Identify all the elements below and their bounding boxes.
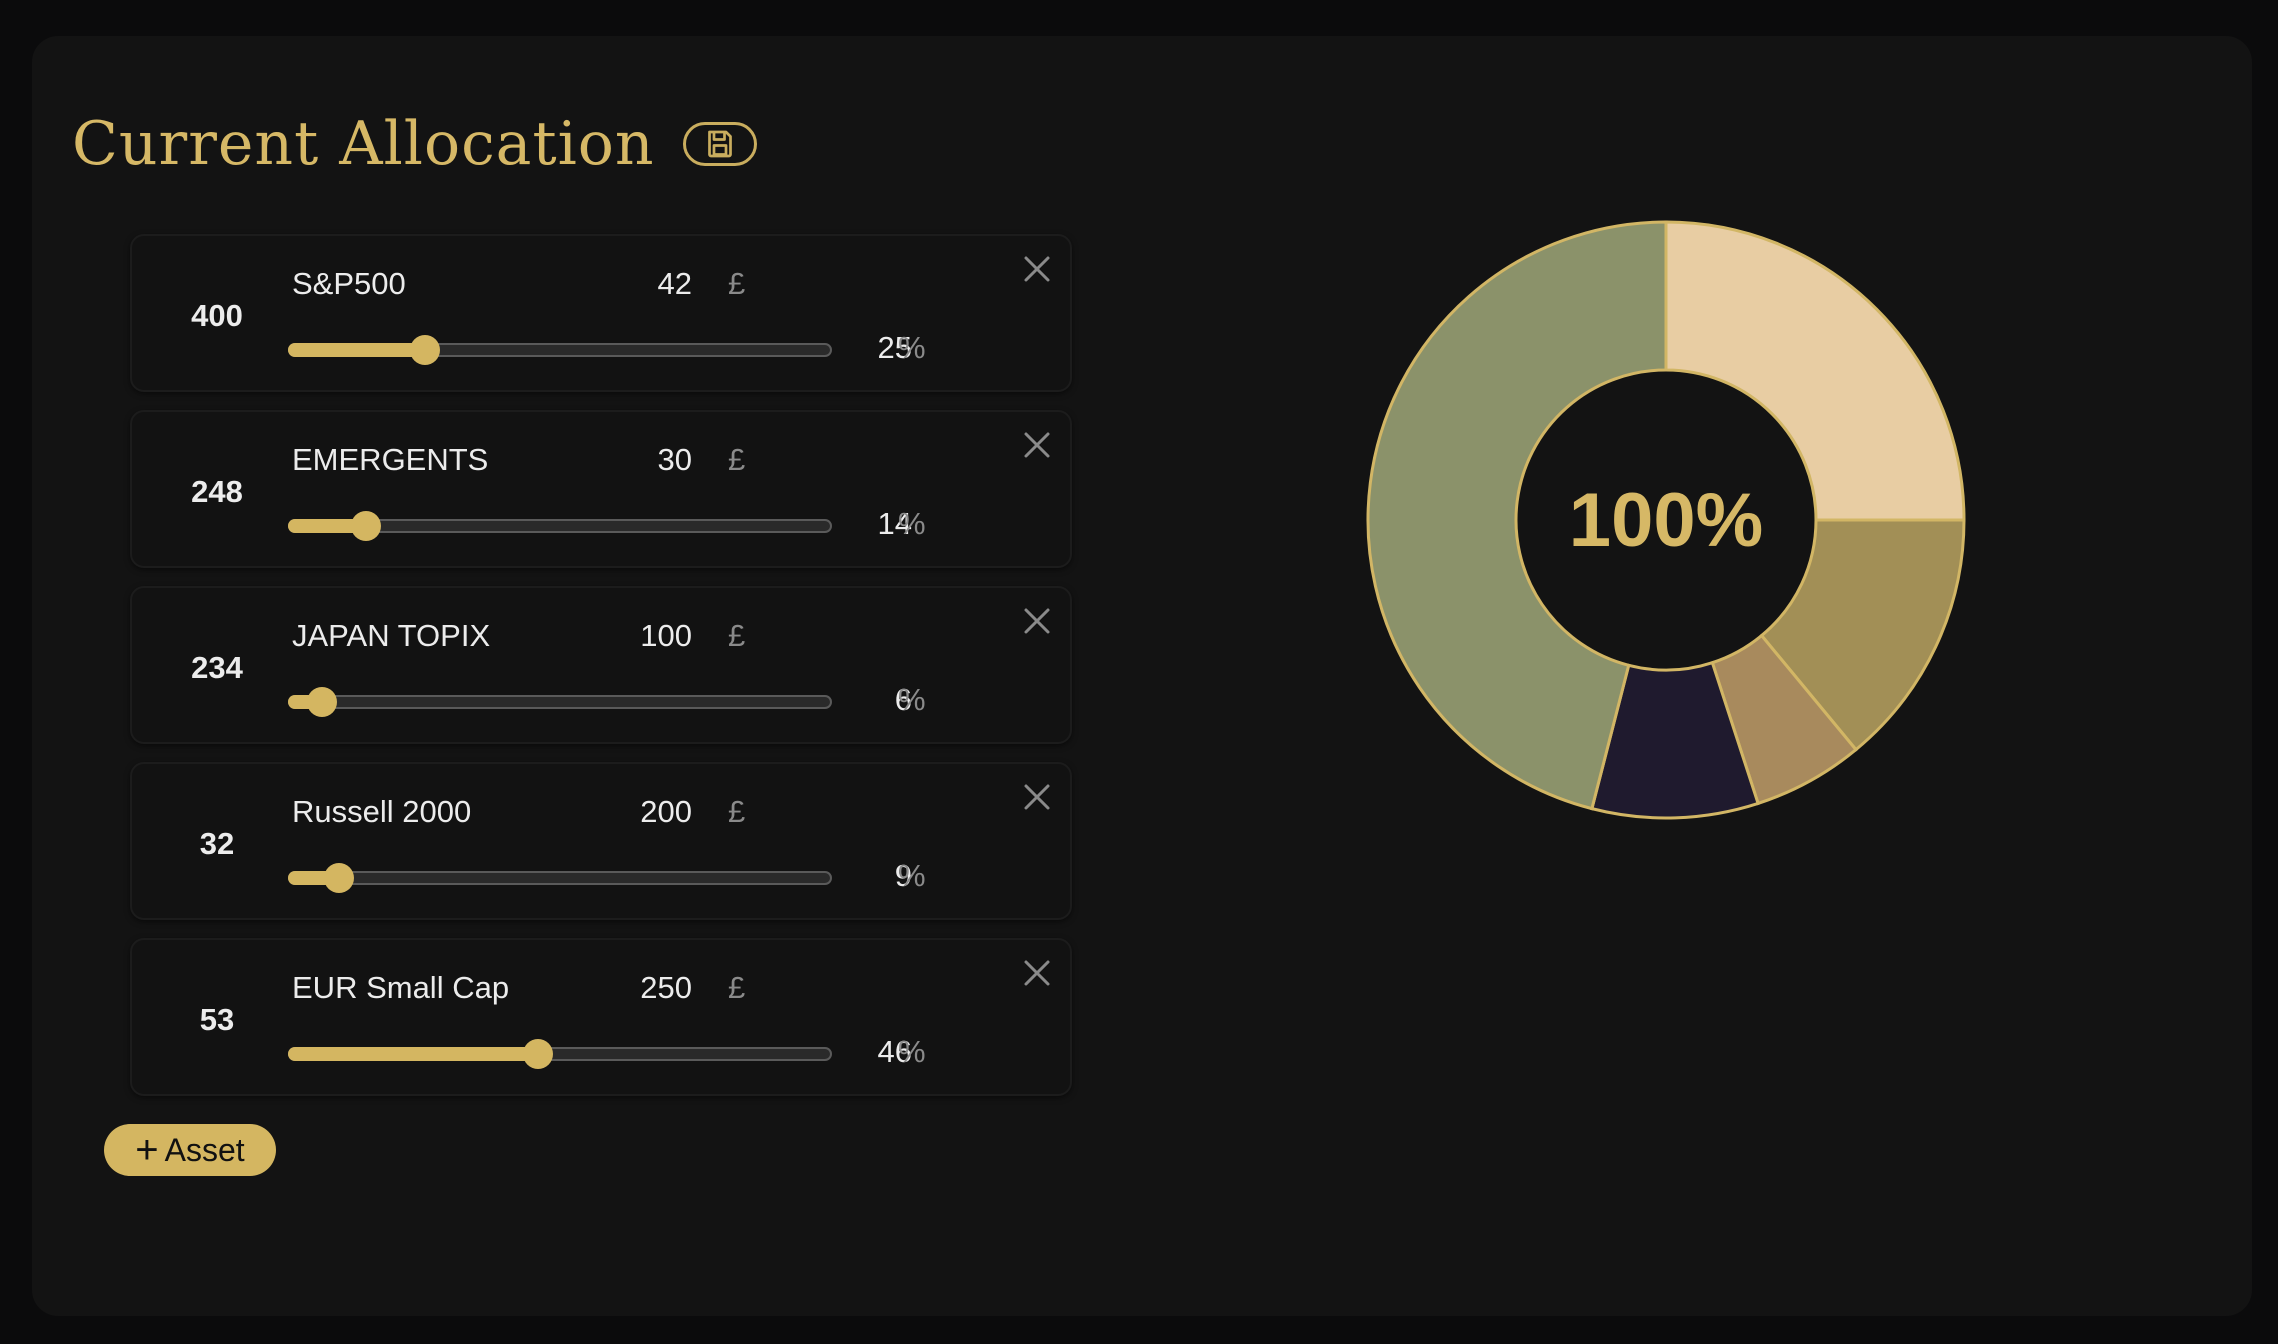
asset-name: EUR Small Cap — [292, 970, 510, 1005]
allocation-slider[interactable] — [288, 335, 832, 365]
asset-name: EMERGENTS — [292, 442, 489, 477]
asset-price[interactable]: 30 — [572, 442, 692, 478]
slider-thumb[interactable] — [323, 863, 354, 893]
currency-symbol: £ — [728, 794, 746, 829]
header: Current Allocation — [72, 104, 757, 184]
remove-asset-button[interactable] — [1016, 952, 1058, 994]
allocation-slider[interactable] — [288, 687, 832, 717]
close-icon — [1024, 256, 1050, 282]
asset-quantity: 400 — [191, 298, 243, 333]
slider-thumb[interactable] — [523, 1039, 554, 1069]
currency-symbol: £ — [728, 970, 746, 1005]
save-button[interactable] — [682, 122, 757, 166]
slider-fill — [288, 1047, 539, 1061]
asset-price[interactable]: 250 — [572, 970, 692, 1006]
asset-card: 248 EMERGENTS 30 £ 14 % — [130, 410, 1072, 568]
add-asset-label: Asset — [164, 1131, 245, 1168]
plus-icon: + — [135, 1128, 159, 1172]
asset-card: 32 Russell 2000 200 £ 9 % — [130, 762, 1072, 920]
allocation-slider[interactable] — [288, 1039, 832, 1069]
remove-asset-button[interactable] — [1016, 776, 1058, 818]
close-icon — [1024, 784, 1050, 810]
asset-quantity: 234 — [191, 650, 243, 685]
currency-symbol: £ — [728, 618, 746, 653]
asset-name: JAPAN TOPIX — [292, 618, 491, 653]
currency-symbol: £ — [728, 266, 746, 301]
asset-quantity: 53 — [199, 1002, 235, 1037]
remove-asset-button[interactable] — [1016, 600, 1058, 642]
percent-symbol: % — [898, 1034, 926, 1069]
page-title: Current Allocation — [72, 109, 655, 179]
slider-thumb[interactable] — [307, 687, 338, 717]
add-asset-button[interactable]: + Asset — [104, 1124, 276, 1176]
close-icon — [1024, 608, 1050, 634]
asset-name: S&P500 — [292, 266, 406, 301]
percent-symbol: % — [898, 330, 926, 365]
close-icon — [1024, 432, 1050, 458]
asset-quantity: 32 — [199, 826, 235, 861]
allocation-slider[interactable] — [288, 511, 832, 541]
currency-symbol: £ — [728, 442, 746, 477]
asset-price[interactable]: 100 — [572, 618, 692, 654]
donut-svg — [1366, 220, 1966, 820]
asset-card: 53 EUR Small Cap 250 £ 46 % — [130, 938, 1072, 1096]
remove-asset-button[interactable] — [1016, 424, 1058, 466]
percent-symbol: % — [898, 682, 926, 717]
slider-thumb[interactable] — [410, 335, 440, 365]
asset-price[interactable]: 42 — [572, 266, 692, 302]
asset-card: 400 S&P500 42 £ 25 % — [130, 234, 1072, 392]
asset-quantity: 248 — [191, 474, 243, 509]
save-icon — [707, 130, 732, 158]
remove-asset-button[interactable] — [1016, 248, 1058, 290]
slider-thumb[interactable] — [350, 511, 381, 541]
asset-name: Russell 2000 — [292, 794, 472, 829]
allocation-slider[interactable] — [288, 863, 832, 893]
slider-fill — [288, 343, 425, 357]
asset-price[interactable]: 200 — [572, 794, 692, 830]
asset-card: 234 JAPAN TOPIX 100 £ 6 % — [130, 586, 1072, 744]
allocation-donut-chart: 100% — [1364, 218, 1968, 822]
percent-symbol: % — [898, 858, 926, 893]
close-icon — [1024, 960, 1050, 986]
percent-symbol: % — [898, 506, 926, 541]
donut-segment-1[interactable] — [1664, 220, 1966, 522]
